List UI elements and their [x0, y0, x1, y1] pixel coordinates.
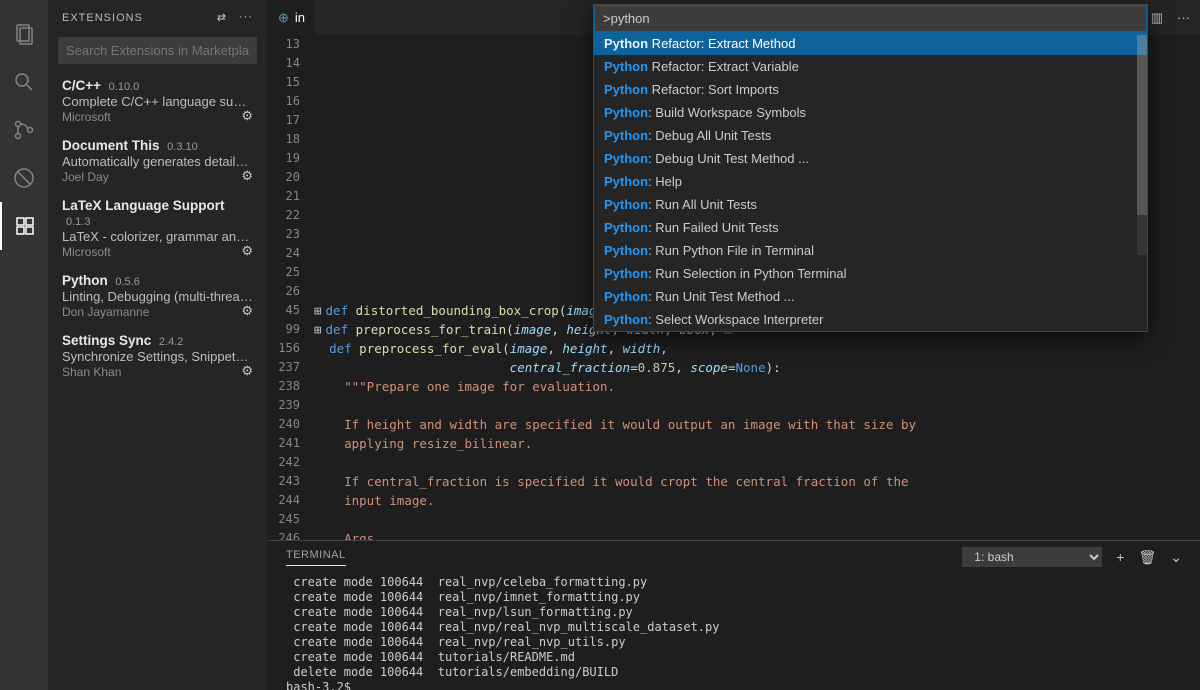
command-palette-item[interactable]: Python: Debug Unit Test Method ... — [594, 147, 1147, 170]
terminal-add-icon[interactable]: + — [1116, 549, 1124, 565]
extension-version: 2.4.2 — [159, 336, 183, 348]
terminal-output[interactable]: create mode 100644 real_nvp/celeba_forma… — [268, 573, 1200, 690]
debug-icon[interactable] — [0, 154, 48, 202]
command-palette-item[interactable]: Python Refactor: Extract Method — [594, 32, 1147, 55]
tab-more-icon[interactable]: ··· — [1177, 10, 1190, 26]
extension-item[interactable]: Document This 0.3.10Automatically genera… — [48, 132, 267, 192]
gear-icon[interactable]: ⚙ — [241, 108, 253, 124]
command-palette-list: Python Refactor: Extract MethodPython Re… — [594, 32, 1147, 331]
extension-author: Microsoft — [62, 245, 253, 259]
editor-tab[interactable]: ⊕ in — [268, 0, 315, 35]
extension-description: Synchronize Settings, Snippets, I... — [62, 349, 253, 364]
extension-author: Shan Khan — [62, 365, 253, 379]
command-palette-item[interactable]: Python: Run Failed Unit Tests — [594, 216, 1147, 239]
command-palette-input[interactable] — [594, 5, 1147, 32]
terminal-chevron-icon[interactable]: ⌄ — [1170, 549, 1182, 566]
command-palette: Python Refactor: Extract MethodPython Re… — [593, 4, 1148, 332]
extension-list: C/C++ 0.10.0Complete C/C++ language supp… — [48, 72, 267, 690]
extension-item[interactable]: C/C++ 0.10.0Complete C/C++ language supp… — [48, 72, 267, 132]
sidebar-header: EXTENSIONS ⇄ ··· — [48, 0, 267, 35]
command-palette-item[interactable]: Python: Run All Unit Tests — [594, 193, 1147, 216]
layout-icon[interactable]: ▥ — [1151, 10, 1163, 26]
extension-name: Settings Sync — [62, 333, 151, 348]
extension-name: Document This — [62, 138, 160, 153]
command-palette-item[interactable]: Python: Run Unit Test Method ... — [594, 285, 1147, 308]
extension-description: Complete C/C++ language suppo... — [62, 94, 253, 109]
command-palette-item[interactable]: Python: Select Workspace Interpreter — [594, 308, 1147, 331]
terminal-kill-icon[interactable]: 🗑 — [1138, 549, 1156, 566]
extension-author: Microsoft — [62, 110, 253, 124]
gear-icon[interactable]: ⚙ — [241, 243, 253, 259]
more-icon[interactable]: ··· — [239, 11, 253, 24]
extensions-sidebar: EXTENSIONS ⇄ ··· C/C++ 0.10.0Complete C/… — [48, 0, 268, 690]
extension-author: Joel Day — [62, 170, 253, 184]
activity-bar — [0, 0, 48, 690]
command-palette-item[interactable]: Python Refactor: Extract Variable — [594, 55, 1147, 78]
command-palette-item[interactable]: Python: Help — [594, 170, 1147, 193]
extension-version: 0.5.6 — [115, 276, 139, 288]
gear-icon[interactable]: ⚙ — [241, 363, 253, 379]
extension-version: 0.3.10 — [167, 141, 198, 153]
terminal-tab-label[interactable]: TERMINAL — [286, 549, 346, 566]
extension-item[interactable]: LaTeX Language Support 0.1.3LaTeX - colo… — [48, 192, 267, 267]
extension-item[interactable]: Python 0.5.6Linting, Debugging (multi-th… — [48, 267, 267, 327]
terminal-panel: TERMINAL 1: bash + 🗑 ⌄ create mode 10064… — [268, 540, 1200, 690]
command-palette-item[interactable]: Python: Run Python File in Terminal — [594, 239, 1147, 262]
command-palette-item[interactable]: Python Refactor: Sort Imports — [594, 78, 1147, 101]
extension-description: LaTeX - colorizer, grammar and ... — [62, 229, 253, 244]
command-palette-item[interactable]: Python: Debug All Unit Tests — [594, 124, 1147, 147]
scm-icon[interactable] — [0, 106, 48, 154]
extension-author: Don Jayamanne — [62, 305, 253, 319]
extensions-icon[interactable] — [0, 202, 48, 250]
extension-search-input[interactable] — [58, 37, 257, 64]
sidebar-title: EXTENSIONS — [62, 12, 143, 24]
editor-main: ⊕ in ⧉ ▥ ··· Python Refactor: Extract Me… — [268, 0, 1200, 690]
filter-icon[interactable]: ⇄ — [217, 11, 227, 24]
extension-name: LaTeX Language Support — [62, 198, 225, 213]
gear-icon[interactable]: ⚙ — [241, 303, 253, 319]
extension-description: Automatically generates detailed... — [62, 154, 253, 169]
gear-icon[interactable]: ⚙ — [241, 168, 253, 184]
explorer-icon[interactable] — [0, 10, 48, 58]
tab-filename: in — [295, 10, 305, 25]
extension-name: Python — [62, 273, 108, 288]
extension-version: 0.10.0 — [109, 81, 140, 93]
command-palette-item[interactable]: Python: Build Workspace Symbols — [594, 101, 1147, 124]
python-file-icon: ⊕ — [278, 10, 289, 26]
search-icon[interactable] — [0, 58, 48, 106]
command-palette-item[interactable]: Python: Run Selection in Python Terminal — [594, 262, 1147, 285]
extension-item[interactable]: Settings Sync 2.4.2Synchronize Settings,… — [48, 327, 267, 387]
extension-version: 0.1.3 — [66, 216, 90, 228]
extension-description: Linting, Debugging (multi-thread... — [62, 289, 253, 304]
command-palette-scrollbar[interactable] — [1137, 35, 1147, 255]
terminal-select[interactable]: 1: bash — [962, 547, 1102, 567]
extension-name: C/C++ — [62, 78, 101, 93]
line-gutter: 1314151617181920212223242526459915623723… — [268, 35, 314, 540]
